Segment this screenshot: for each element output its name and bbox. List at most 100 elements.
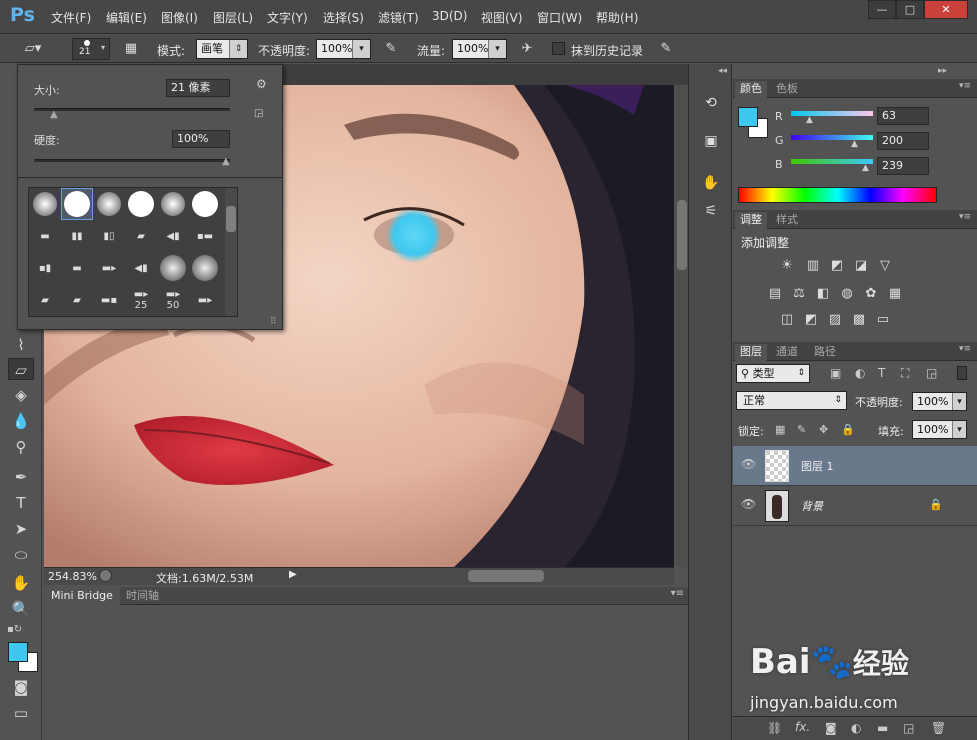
brush-preset[interactable]: ▬▸ xyxy=(93,252,125,284)
new-group-icon[interactable]: ▬ xyxy=(877,721,888,735)
brush-preset[interactable]: ▮▯ xyxy=(93,220,125,252)
brush-preset[interactable]: ▰ xyxy=(125,220,157,252)
presets-scrollbar[interactable] xyxy=(225,188,237,316)
new-layer-icon[interactable]: ◲ xyxy=(903,721,914,735)
threshold-icon[interactable]: ▨ xyxy=(827,312,843,328)
hand-tool-icon[interactable]: ✋ xyxy=(8,572,34,594)
brush-preset[interactable]: ▪▮ xyxy=(29,252,61,284)
soft-round-brush[interactable] xyxy=(29,188,61,220)
add-mask-icon[interactable]: ◙ xyxy=(825,721,837,735)
tab-channels[interactable]: 通道 xyxy=(771,344,803,361)
default-colors-icon[interactable]: ▪↻ xyxy=(7,624,22,635)
menu-filter[interactable]: 滤镜(T) xyxy=(378,9,419,26)
brush-preset[interactable]: ▬ xyxy=(61,252,93,284)
link-layers-icon[interactable]: ⛓ xyxy=(767,721,782,735)
brush-preset[interactable]: ▬▸ xyxy=(189,284,221,316)
b-slider[interactable] xyxy=(791,159,873,164)
tab-timeline[interactable]: 时间轴 xyxy=(121,587,164,605)
exposure-icon[interactable]: ◪ xyxy=(853,258,869,274)
history-panel-icon[interactable]: ⟲ xyxy=(698,92,724,114)
status-menu-arrow-icon[interactable]: ▶ xyxy=(289,569,297,580)
g-field[interactable]: 200 xyxy=(877,132,929,150)
filter-adjustment-icon[interactable]: ◐ xyxy=(855,366,865,380)
soft-round-brush-2[interactable] xyxy=(93,188,125,220)
flow-field[interactable]: 100% ▾ xyxy=(452,39,507,59)
history-brush-icon[interactable]: ⌇ xyxy=(8,334,34,356)
brush-preset-50[interactable]: ▬▸ 50 xyxy=(157,284,189,316)
pen-tool-icon[interactable]: ✒ xyxy=(8,466,34,488)
g-slider[interactable] xyxy=(791,135,873,140)
tab-swatches[interactable]: 色板 xyxy=(771,81,803,98)
fill-field[interactable]: 100% ▾ xyxy=(912,420,967,439)
gradient-map-icon[interactable]: ▭ xyxy=(875,312,891,328)
brush-preset[interactable]: ◀▮ xyxy=(125,252,157,284)
lock-image-icon[interactable]: ✎ xyxy=(797,423,806,436)
presets-scroll-thumb[interactable] xyxy=(226,206,236,232)
panel-menu-icon[interactable]: ▾≡ xyxy=(671,588,684,599)
panel-menu-icon[interactable]: ▾≡ xyxy=(959,81,971,91)
posterize-icon[interactable]: ◩ xyxy=(803,312,819,328)
levels-icon[interactable]: ▥ xyxy=(805,258,821,274)
delete-layer-icon[interactable]: 🗑 xyxy=(931,721,946,735)
vertical-scrollbar[interactable] xyxy=(676,85,688,567)
mode-dropdown[interactable]: 画笔 ⇕ xyxy=(196,39,248,59)
menu-view[interactable]: 视图(V) xyxy=(481,9,523,26)
photo-filter-icon[interactable]: ◍ xyxy=(839,286,855,302)
tool-presets-icon[interactable]: ✋ xyxy=(698,172,724,194)
hard-round-brush-3[interactable] xyxy=(189,188,221,220)
eraser-tool-icon[interactable]: ▱ xyxy=(8,358,34,380)
invert-icon[interactable]: ◫ xyxy=(779,312,795,328)
size-slider[interactable] xyxy=(34,108,230,111)
menu-edit[interactable]: 编辑(E) xyxy=(106,9,147,26)
zoom-level[interactable]: 254.83% xyxy=(48,570,97,583)
panel-menu-icon[interactable]: ▾≡ xyxy=(959,344,971,354)
properties-panel-icon[interactable]: ▣ xyxy=(698,130,724,152)
close-button[interactable]: ✕ xyxy=(924,0,968,19)
status-share-icon[interactable] xyxy=(99,569,112,582)
menu-layer[interactable]: 图层(L) xyxy=(213,9,253,26)
blur-tool-icon[interactable]: 💧 xyxy=(8,410,34,432)
quick-mask-icon[interactable]: ◙ xyxy=(8,676,34,698)
filter-type-icon[interactable]: T xyxy=(878,366,885,380)
brush-preset[interactable]: ▮▮ xyxy=(61,220,93,252)
size-slider-thumb[interactable]: ▲ xyxy=(50,109,58,120)
erase-history-checkbox[interactable] xyxy=(552,42,565,55)
brush-preset[interactable]: ▪▬ xyxy=(189,220,221,252)
brush-picker-button[interactable]: 21 ▾ xyxy=(72,38,110,60)
tab-paths[interactable]: 路径 xyxy=(809,344,841,361)
layer-row-selected[interactable]: 👁 图层 1 xyxy=(733,446,977,486)
b-slider-thumb[interactable]: ▲ xyxy=(862,163,869,173)
visibility-eye-icon[interactable]: 👁 xyxy=(741,497,756,511)
type-tool-icon[interactable]: T xyxy=(8,492,34,514)
tab-adjustments[interactable]: 调整 xyxy=(735,212,767,229)
collapse-arrows-icon[interactable]: ◂◂ xyxy=(718,66,727,76)
brush-preset[interactable]: ◀▮ xyxy=(157,220,189,252)
soft-round-brush-3[interactable] xyxy=(157,188,189,220)
fg-color-swatch[interactable] xyxy=(738,107,758,127)
color-lookup-icon[interactable]: ▦ xyxy=(887,286,903,302)
selective-color-icon[interactable]: ▩ xyxy=(851,312,867,328)
menu-help[interactable]: 帮助(H) xyxy=(596,9,638,26)
brush-preset[interactable]: ▰ xyxy=(61,284,93,316)
lock-transparent-icon[interactable]: ▦ xyxy=(775,423,785,436)
horizontal-scroll-thumb[interactable] xyxy=(468,570,544,582)
brush-preset[interactable]: ▰ xyxy=(29,284,61,316)
eraser-tool-preset-icon[interactable]: ▱▾ xyxy=(22,39,44,59)
filter-pixel-icon[interactable]: ▣ xyxy=(830,366,841,380)
filter-smart-object-icon[interactable]: ◲ xyxy=(926,366,937,380)
paint-bucket-icon[interactable]: ◈ xyxy=(8,384,34,406)
size-field[interactable]: 21 像素 xyxy=(166,79,230,97)
lock-all-icon[interactable]: 🔒 xyxy=(841,423,855,436)
pressure-size-icon[interactable]: ✎ xyxy=(655,39,677,59)
menu-select[interactable]: 选择(S) xyxy=(323,9,364,26)
new-adjustment-icon[interactable]: ◐ xyxy=(851,721,861,735)
color-balance-icon[interactable]: ⚖ xyxy=(791,286,807,302)
zoom-tool-icon[interactable]: 🔍 xyxy=(8,598,34,620)
r-slider[interactable] xyxy=(791,111,873,116)
g-slider-thumb[interactable]: ▲ xyxy=(851,139,858,149)
tab-mini-bridge[interactable]: Mini Bridge xyxy=(44,587,120,605)
menu-file[interactable]: 文件(F) xyxy=(51,9,91,26)
brightness-icon[interactable]: ☀ xyxy=(779,258,795,274)
hue-saturation-icon[interactable]: ▤ xyxy=(767,286,783,302)
hard-round-brush-2[interactable] xyxy=(125,188,157,220)
